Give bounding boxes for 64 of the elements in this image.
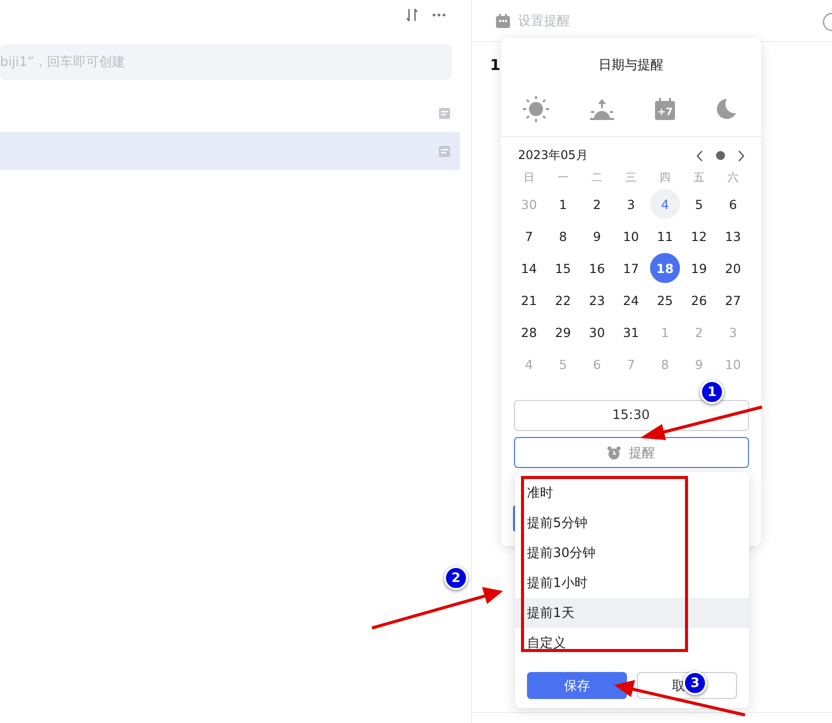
calendar-day[interactable]: 19 xyxy=(684,253,714,283)
more-icon[interactable] xyxy=(432,13,446,17)
calendar-day[interactable]: 5 xyxy=(684,189,714,219)
weekday-label: 一 xyxy=(556,170,570,186)
weekday-label: 三 xyxy=(624,170,638,186)
reminder-option[interactable]: 自定义 xyxy=(515,628,749,658)
calendar-day[interactable]: 27 xyxy=(718,285,748,315)
calendar-day[interactable]: 28 xyxy=(514,317,544,347)
calendar-day[interactable]: 15 xyxy=(548,253,578,283)
moon-icon[interactable] xyxy=(715,98,737,120)
month-label: 2023年05月 xyxy=(518,147,588,164)
step-badge: 2 xyxy=(444,566,468,590)
reminder-button[interactable]: 提醒 xyxy=(514,437,748,468)
reminder-option[interactable]: 提前30分钟 xyxy=(515,538,749,568)
calendar-icon[interactable] xyxy=(496,14,510,28)
calendar-day[interactable]: 14 xyxy=(514,253,544,283)
popover-title: 日期与提醒 xyxy=(598,57,664,75)
calendar-day[interactable]: 30 xyxy=(582,317,612,347)
calendar-day[interactable]: 13 xyxy=(718,221,748,251)
calendar-day[interactable]: 9 xyxy=(582,221,612,251)
calendar-day[interactable]: 12 xyxy=(684,221,714,251)
calendar-day[interactable]: 17 xyxy=(616,253,646,283)
alarm-clock-icon xyxy=(607,446,621,460)
reminder-option[interactable]: 提前5分钟 xyxy=(515,508,749,538)
calendar-day[interactable]: 26 xyxy=(684,285,714,315)
weekday-label: 二 xyxy=(590,170,604,186)
chevron-left-icon[interactable] xyxy=(696,150,704,162)
calendar-day[interactable]: 1 xyxy=(548,189,578,219)
calendar-day[interactable]: 29 xyxy=(548,317,578,347)
time-field[interactable]: 15:30 xyxy=(514,400,748,431)
chevron-right-icon[interactable] xyxy=(737,150,745,162)
note-title: 1 xyxy=(490,56,500,74)
sun-icon[interactable] xyxy=(523,96,549,122)
calendar-day[interactable]: 2 xyxy=(582,189,612,219)
new-note-field[interactable]: biji1”，回车即可创建 xyxy=(0,44,452,80)
calendar-day[interactable]: 22 xyxy=(548,285,578,315)
weekday-label: 四 xyxy=(658,170,672,186)
reminder-option[interactable]: 提前1天 xyxy=(515,598,749,628)
calendar-day[interactable]: 20 xyxy=(718,253,748,283)
sort-icon[interactable] xyxy=(406,8,418,22)
calendar-day[interactable]: 8 xyxy=(548,221,578,251)
note-icon xyxy=(439,146,450,156)
calendar-day[interactable]: 10 xyxy=(616,221,646,251)
calendar-day[interactable]: 3 xyxy=(616,189,646,219)
calendar-day[interactable]: 16 xyxy=(582,253,612,283)
reminder-option[interactable]: 准时 xyxy=(515,478,749,508)
weekday-label: 日 xyxy=(522,170,536,186)
note-icon xyxy=(439,108,450,118)
calendar-day[interactable]: 4 xyxy=(650,189,680,219)
calendar-day[interactable]: 6 xyxy=(718,189,748,219)
weekday-label: 五 xyxy=(692,170,706,186)
weekday-label: 六 xyxy=(726,170,740,186)
calendar-day[interactable]: 24 xyxy=(616,285,646,315)
calendar-day[interactable]: 21 xyxy=(514,285,544,315)
calendar-day[interactable]: 31 xyxy=(616,317,646,347)
reminder-option[interactable]: 提前1小时 xyxy=(515,568,749,598)
calendar-day[interactable]: 18 xyxy=(650,253,680,283)
calendar-day[interactable]: 11 xyxy=(650,221,680,251)
calendar-day[interactable]: 7 xyxy=(514,221,544,251)
calendar-day[interactable]: 25 xyxy=(650,285,680,315)
calendar-day[interactable]: 23 xyxy=(582,285,612,315)
save-button[interactable]: 保存 xyxy=(527,672,627,699)
sunrise-icon[interactable] xyxy=(589,97,615,121)
dot-icon[interactable] xyxy=(716,151,725,160)
